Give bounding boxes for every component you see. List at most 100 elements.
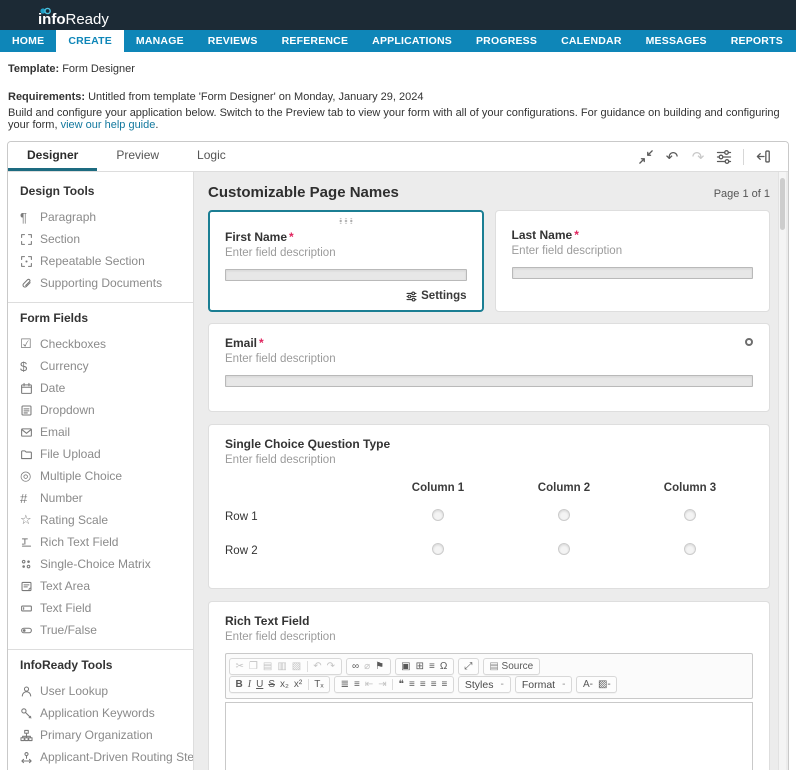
paste-icon[interactable]: ▤ <box>260 660 274 673</box>
numbered-list-button[interactable]: ≣ <box>338 678 351 691</box>
cut-icon[interactable]: ✂ <box>233 660 246 673</box>
sidebar-item-currency[interactable]: $ Currency <box>20 355 183 377</box>
radio-button <box>432 543 444 555</box>
sidebar-item-checkboxes[interactable]: ☑ Checkboxes <box>20 333 183 355</box>
indent-button[interactable]: ⇥ <box>376 678 389 691</box>
sidebar-item-rating-scale[interactable]: ☆ Rating Scale <box>20 509 183 531</box>
drag-handle-icon[interactable] <box>338 218 354 224</box>
undo-icon[interactable]: ↶ <box>659 148 685 166</box>
nav-item-reference-letters[interactable]: REFERENCE LETTERS <box>270 30 361 52</box>
sidebar-item-application-keywords[interactable]: Application Keywords <box>20 702 183 724</box>
form-settings-icon[interactable] <box>711 149 737 165</box>
subscript-button[interactable]: x₂ <box>277 678 291 691</box>
toolbar-separator <box>308 679 309 690</box>
tab-actions: ↶ ↷ <box>633 142 788 171</box>
nav-item-progress-reports[interactable]: PROGRESS REPORTS <box>464 30 549 52</box>
field-label: Single Choice Question Type <box>225 437 753 451</box>
superscript-button[interactable]: x² <box>291 678 304 691</box>
repeatable-section-icon <box>20 255 40 268</box>
horizontal-line-icon[interactable]: ≡ <box>426 660 437 673</box>
sidebar-item-text-field[interactable]: Text Field <box>20 597 183 619</box>
matrix-grid: Column 1Column 2Column 3 Row 1 Row 2 <box>225 482 753 568</box>
sidebar-item-applicant-driven-routing[interactable]: Applicant-Driven Routing Steps <box>20 746 183 768</box>
sidebar-item-email[interactable]: Email <box>20 421 183 443</box>
nav-item-applications[interactable]: APPLICATIONS <box>360 30 464 52</box>
sidebar-item-supporting-documents[interactable]: Supporting Documents <box>20 272 183 294</box>
sidebar-item-paragraph[interactable]: ¶ Paragraph <box>20 206 183 228</box>
tab-designer[interactable]: Designer <box>8 142 97 171</box>
field-card-first-name[interactable]: First Name* Enter field description Sett… <box>208 210 484 312</box>
styles-dropdown[interactable]: Styles- <box>458 676 511 693</box>
sidebar-item-single-choice-matrix[interactable]: Single-Choice Matrix <box>20 553 183 575</box>
sidebar-item-file-upload[interactable]: File Upload <box>20 443 183 465</box>
help-guide-link[interactable]: view our help guide <box>61 119 156 131</box>
strike-button[interactable]: S <box>266 678 278 691</box>
field-card-last-name[interactable]: Last Name* Enter field description <box>495 210 771 312</box>
scrollbar-thumb[interactable] <box>780 178 785 230</box>
compress-icon[interactable] <box>633 150 659 164</box>
tab-logic[interactable]: Logic <box>178 142 245 171</box>
link-icon[interactable]: ∞ <box>350 660 362 673</box>
redo-icon[interactable]: ↷ <box>685 148 711 166</box>
underline-button[interactable]: U <box>254 678 266 691</box>
nav-item-calendar[interactable]: CALENDAR <box>549 30 634 52</box>
sidebar-item-number[interactable]: # Number <box>20 487 183 509</box>
anchor-icon[interactable]: ⚑ <box>373 660 387 673</box>
undo-icon[interactable]: ↶ <box>311 660 324 673</box>
richtext-editor-area[interactable] <box>225 702 753 770</box>
align-center-button[interactable]: ≡ <box>417 678 428 691</box>
designer-tabs: DesignerPreviewLogic <box>8 142 245 171</box>
sidebar-item-multiple-choice[interactable]: ◎ Multiple Choice <box>20 465 183 487</box>
field-card-rich-text[interactable]: Rich Text Field Enter field description … <box>208 601 770 770</box>
paste-word-icon[interactable]: ▧ <box>289 660 303 673</box>
nav-item-create[interactable]: CREATE <box>56 30 124 52</box>
collapse-panel-icon[interactable] <box>750 149 776 164</box>
field-indicator-icon <box>745 338 753 346</box>
nav-item-manage[interactable]: MANAGE <box>124 30 196 52</box>
maximize-icon[interactable]: ⤢ <box>462 660 475 673</box>
nav-item-messages[interactable]: MESSAGES <box>634 30 719 52</box>
image-icon[interactable]: ▣ <box>399 660 413 673</box>
remove-format-button[interactable]: Tₓ <box>312 678 326 691</box>
table-icon[interactable]: ⊞ <box>413 660 426 673</box>
build-instructions: Build and configure your application bel… <box>8 107 786 131</box>
sidebar-item-section[interactable]: Section <box>20 228 183 250</box>
sidebar-item-repeatable-section[interactable]: Repeatable Section <box>20 250 183 272</box>
blockquote-button[interactable]: ❝ <box>396 678 406 691</box>
checkboxes-icon: ☑ <box>20 336 40 352</box>
sidebar-item-text-area[interactable]: Text Area <box>20 575 183 597</box>
matrix-header-row: Column 1Column 2Column 3 <box>225 482 753 494</box>
source-button[interactable]: Source <box>487 660 536 673</box>
text-color-button[interactable]: A- <box>580 678 595 691</box>
tab-preview[interactable]: Preview <box>97 142 178 171</box>
format-dropdown[interactable]: Format- <box>515 676 573 693</box>
sidebar-item-rich-text-field[interactable]: Rich Text Field <box>20 531 183 553</box>
toolbar-divider <box>743 149 744 165</box>
field-card-email[interactable]: Email* Enter field description <box>208 323 770 412</box>
italic-button[interactable]: I <box>245 678 253 691</box>
align-justify-button[interactable]: ≡ <box>439 678 450 691</box>
align-right-button[interactable]: ≡ <box>428 678 439 691</box>
sidebar-item-true-false[interactable]: True/False <box>20 619 183 641</box>
field-card-single-choice-matrix[interactable]: Single Choice Question Type Enter field … <box>208 424 770 589</box>
paste-text-icon[interactable]: ▥ <box>275 660 289 673</box>
redo-icon[interactable]: ↷ <box>324 660 337 673</box>
align-left-button[interactable]: ≡ <box>407 678 418 691</box>
field-settings-button[interactable]: Settings <box>225 290 467 302</box>
outdent-button[interactable]: ⇤ <box>362 678 375 691</box>
nav-item-reviews[interactable]: REVIEWS <box>196 30 270 52</box>
nav-item-reports[interactable]: REPORTS <box>719 30 795 52</box>
bold-button[interactable]: B <box>233 678 245 691</box>
background-color-button[interactable]: ▨- <box>595 678 613 691</box>
unlink-icon[interactable]: ⌀ <box>362 660 373 673</box>
matrix-column-header: Column 3 <box>627 482 753 494</box>
sidebar-item-user-lookup[interactable]: User Lookup <box>20 680 183 702</box>
nav-item-home[interactable]: HOME <box>0 30 56 52</box>
copy-icon[interactable]: ❐ <box>246 660 260 673</box>
bulleted-list-button[interactable]: ≡ <box>352 678 363 691</box>
sidebar-item-date[interactable]: Date <box>20 377 183 399</box>
field-label: First Name* <box>225 230 467 244</box>
sidebar-item-dropdown[interactable]: Dropdown <box>20 399 183 421</box>
special-character-icon[interactable]: Ω <box>437 660 449 673</box>
sidebar-item-primary-organization[interactable]: Primary Organization <box>20 724 183 746</box>
